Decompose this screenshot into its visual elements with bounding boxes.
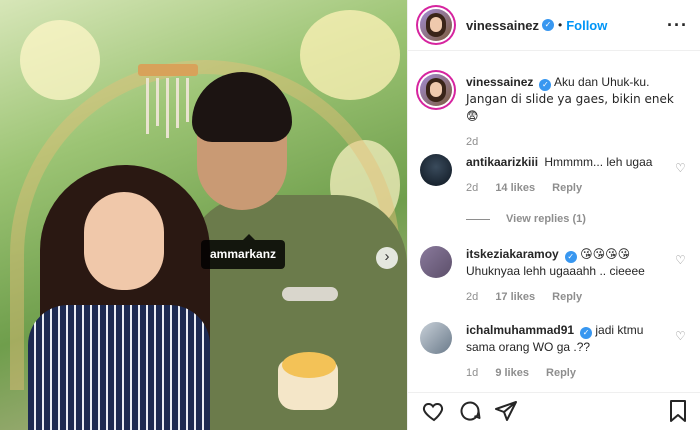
chevron-right-icon[interactable]: › (376, 247, 398, 269)
avatar[interactable] (420, 154, 452, 186)
separator-dot: • (558, 18, 563, 32)
comment-content: itskeziakaramoy ✓ 😘😘😘😘 Uhuknyaa lehh ugaa… (466, 246, 690, 306)
avatar-face (430, 82, 442, 97)
comment-username[interactable]: ichalmuhammad91 (466, 323, 574, 337)
comment-text-line2: sama orang WO ga .?? (466, 340, 591, 354)
bokeh-light (20, 20, 100, 100)
caption-content: vinessainez ✓ Aku dan Uhuk-ku. Jangan di … (466, 74, 690, 151)
caption: vinessainez ✓ Aku dan Uhuk-ku. Jangan di … (420, 74, 690, 151)
avatar[interactable] (420, 322, 452, 354)
caption-time[interactable]: 2d (466, 136, 478, 148)
comment-emojis: 😘😘😘😘 (580, 247, 631, 261)
reply-button[interactable]: Reply (552, 182, 582, 194)
wind-chime (138, 64, 198, 76)
follow-button[interactable]: Follow (566, 18, 607, 33)
chime-bar (156, 78, 159, 126)
comment-text: Uhuknyaa lehh ugaaahh .. cieeee (466, 264, 645, 278)
like-heart-icon[interactable]: ♡ (675, 330, 686, 342)
comment-text: Hmmmm... leh ugaa (544, 155, 653, 169)
verified-badge-icon: ✓ (539, 79, 552, 91)
view-replies-button[interactable]: View replies (1) (466, 213, 586, 225)
post-photo[interactable]: ammarkanz › (0, 0, 407, 430)
bokeh-light (300, 10, 400, 100)
avatar[interactable] (420, 246, 452, 278)
avatar[interactable] (420, 74, 452, 106)
comment-time[interactable]: 1d (466, 367, 478, 379)
like-heart-icon[interactable]: ♡ (675, 254, 686, 266)
comment-meta: 2d 17 likes Reply (466, 289, 690, 306)
chime-bar (176, 78, 179, 128)
comment-likes[interactable]: 17 likes (495, 291, 535, 303)
comment-username[interactable]: antikaarizkiii (466, 155, 538, 169)
comment-likes[interactable]: 9 likes (495, 367, 529, 379)
chime-bar (166, 78, 169, 138)
man-pocket (282, 287, 338, 301)
comment-time[interactable]: 2d (466, 291, 478, 303)
heart-icon[interactable] (422, 399, 446, 423)
comment-meta: 1d 9 likes Reply (466, 365, 690, 382)
comment-likes[interactable]: 14 likes (495, 182, 535, 194)
comment-item: ichalmuhammad91 ✓ jadi ktmu sama orang WO… (420, 322, 690, 382)
header-username[interactable]: vinessainez (466, 18, 539, 33)
caption-text-line1: Aku dan Uhuk-ku. (554, 75, 650, 89)
action-bar (408, 392, 700, 430)
verified-badge-icon: ✓ (564, 251, 577, 263)
chime-bar (146, 78, 149, 134)
chime-bar (186, 78, 189, 122)
avatar[interactable] (420, 9, 452, 41)
caption-username[interactable]: vinessainez (466, 75, 533, 89)
comment-item: antikaarizkiii Hmmmm... leh ugaa 2d 14 l… (420, 154, 690, 197)
woman-face (84, 192, 164, 290)
bookmark-icon[interactable] (666, 399, 690, 423)
reply-button[interactable]: Reply (552, 291, 582, 303)
comment-content: antikaarizkiii Hmmmm... leh ugaa 2d 14 l… (466, 154, 690, 197)
user-tag[interactable]: ammarkanz (201, 234, 286, 269)
comment-text-line1: jadi ktmu (595, 323, 644, 337)
comment-username[interactable]: itskeziakaramoy (466, 247, 559, 261)
comment-icon[interactable] (458, 399, 482, 423)
share-icon[interactable] (494, 399, 518, 423)
reply-button[interactable]: Reply (546, 367, 576, 379)
avatar-face (430, 17, 442, 32)
ice-cream (282, 352, 336, 378)
verified-badge-icon: ✓ (542, 19, 554, 31)
caption-text-line2: Jangan di slide ya gaes, bikin enek 😨 (466, 92, 674, 123)
post-header: vinessainez ✓ • Follow ··· (408, 0, 700, 51)
comment-content: ichalmuhammad91 ✓ jadi ktmu sama orang WO… (466, 322, 690, 382)
comment-meta: 2d 14 likes Reply (466, 180, 690, 197)
comments-list[interactable]: vinessainez ✓ Aku dan Uhuk-ku. Jangan di … (408, 52, 700, 392)
caption-meta: 2d (466, 134, 690, 151)
like-heart-icon[interactable]: ♡ (675, 162, 686, 174)
comment-item: itskeziakaramoy ✓ 😘😘😘😘 Uhuknyaa lehh ugaa… (420, 246, 690, 306)
verified-badge-icon: ✓ (580, 327, 593, 339)
woman-striped-top (28, 305, 210, 430)
comment-time[interactable]: 2d (466, 182, 478, 194)
post-side-panel: vinessainez ✓ • Follow ··· vinessainez ✓ … (407, 0, 700, 430)
more-options-icon[interactable]: ··· (667, 15, 688, 36)
